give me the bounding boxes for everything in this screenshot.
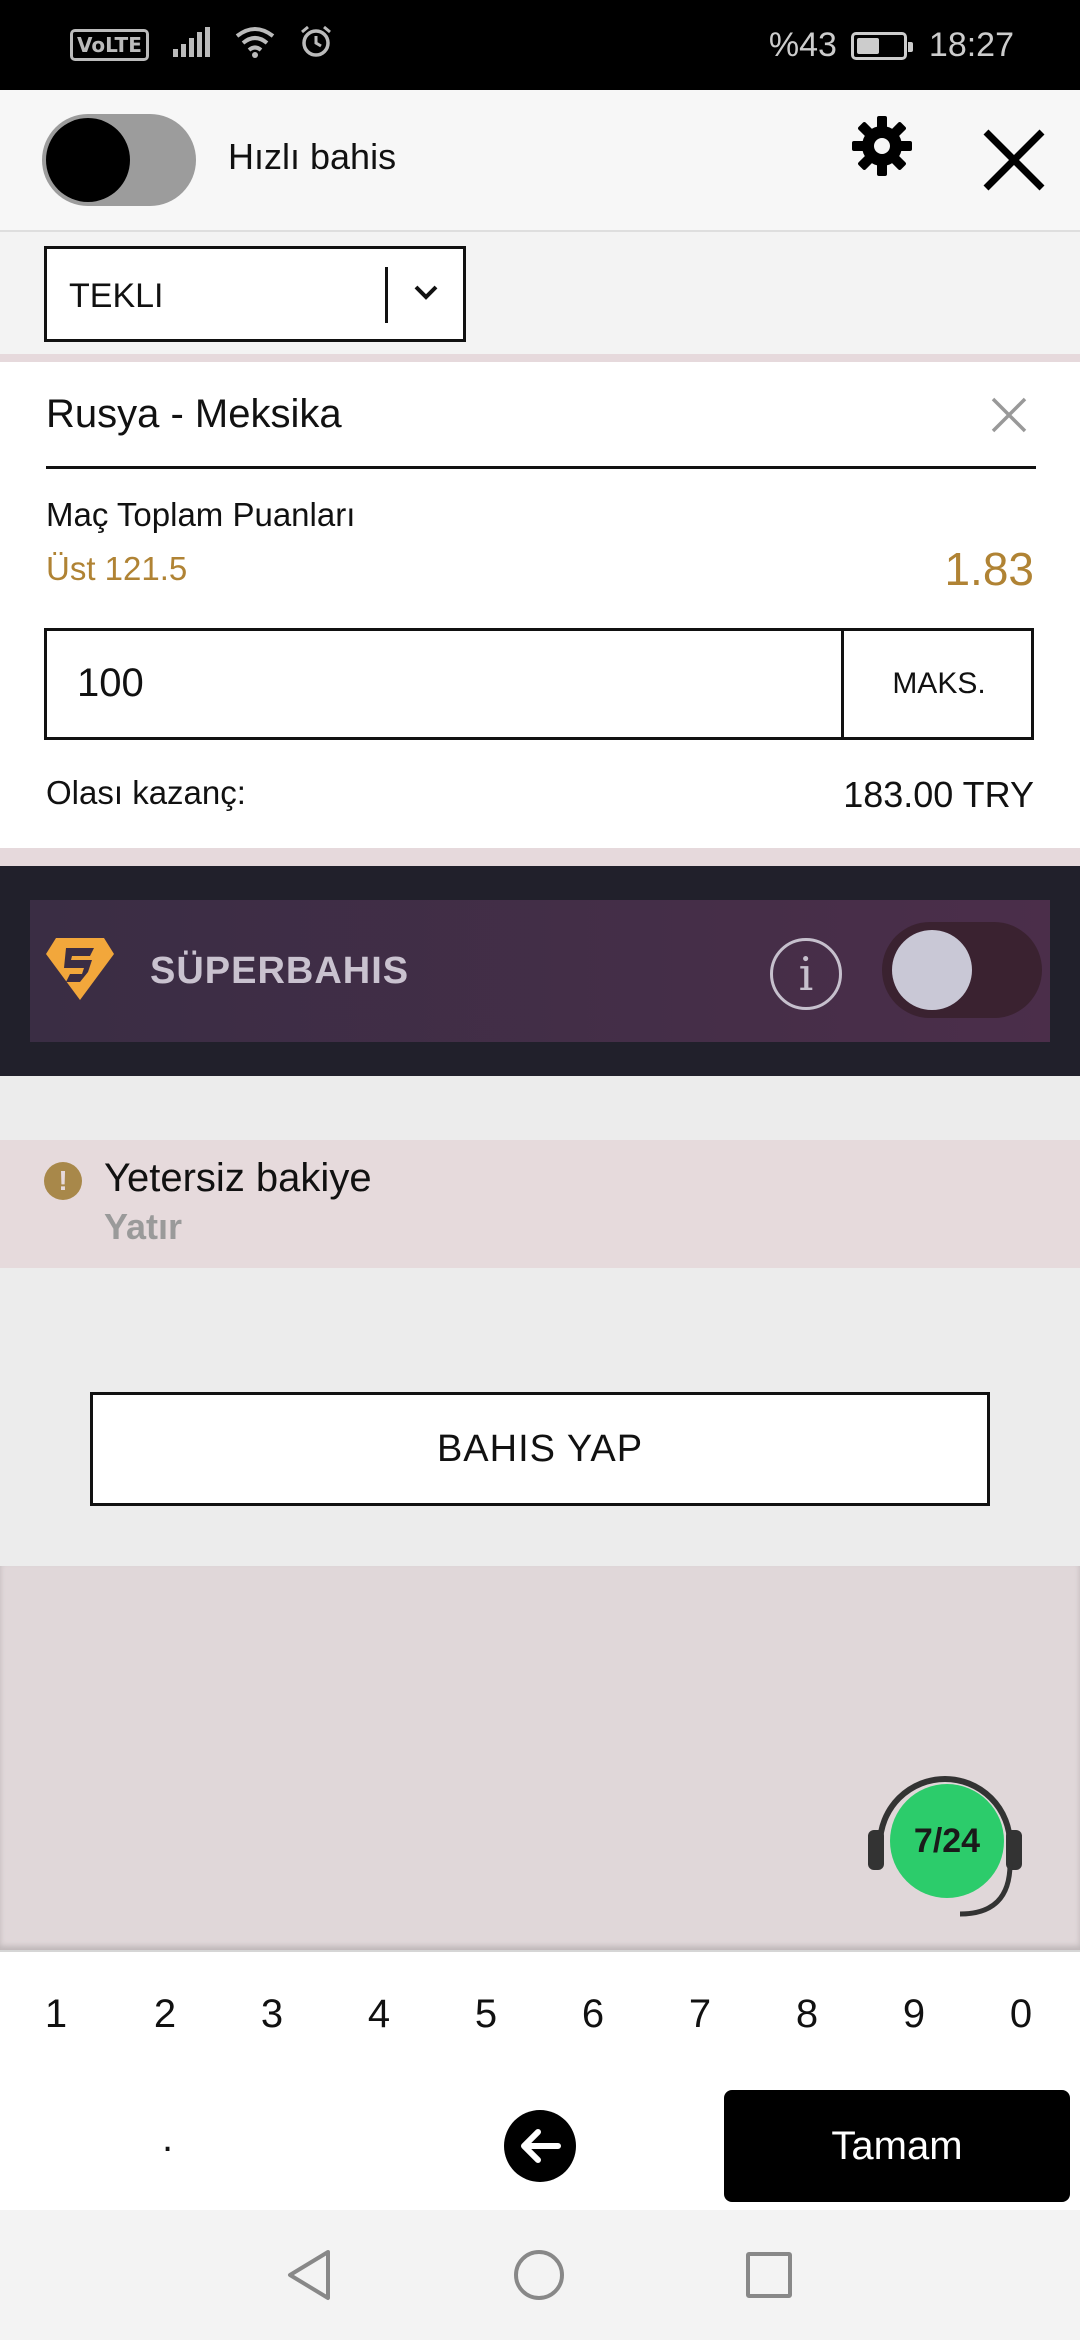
key-1[interactable]: 1	[16, 1992, 96, 2037]
market-name: Maç Toplam Puanları	[46, 496, 356, 533]
battery-percent: %43	[768, 26, 837, 64]
quick-bet-toggle[interactable]	[42, 114, 196, 206]
toggle-knob	[46, 118, 130, 202]
stake-input[interactable]: 100	[77, 661, 144, 706]
close-icon[interactable]	[982, 128, 1046, 197]
alert-title: Yetersiz bakiye	[104, 1156, 372, 1200]
clock: 18:27	[928, 26, 1014, 64]
info-icon[interactable]: i	[770, 938, 842, 1010]
done-button[interactable]: Tamam	[724, 2090, 1070, 2202]
key-8[interactable]: 8	[767, 1992, 847, 2037]
selection-name: Üst 121.5	[46, 550, 188, 587]
divider	[0, 848, 1080, 866]
potential-win-value: 183.00 TRY	[843, 774, 1034, 815]
battery-icon	[850, 31, 913, 60]
bet-type-bar: TEKLI	[0, 232, 1080, 356]
quick-bet-label: Hızlı bahis	[228, 136, 397, 177]
numeric-keypad: 1 2 3 4 5 6 7 8 9 0 . Tamam	[0, 1950, 1080, 2210]
nav-back-icon[interactable]	[284, 2248, 332, 2307]
status-right: %43 18:27	[769, 26, 1014, 65]
key-6[interactable]: 6	[553, 1992, 633, 2037]
place-bet-area: BAHIS YAP	[0, 1268, 1080, 1566]
key-dot[interactable]: .	[162, 2116, 173, 2161]
select-divider	[385, 267, 388, 323]
bet-type-value: TEKLI	[69, 277, 164, 315]
spacer	[0, 1076, 1080, 1140]
status-bar: VoLTE %43 18:27	[0, 0, 1080, 90]
nav-home-icon[interactable]	[514, 2250, 564, 2300]
max-stake-button[interactable]: MAKS.	[844, 631, 1034, 737]
settings-gear-icon[interactable]	[850, 114, 914, 183]
bet-type-select[interactable]: TEKLI	[44, 246, 466, 342]
betslip-header: Hızlı bahis	[0, 90, 1080, 232]
superbahis-band: SÜPERBAHIS i	[0, 866, 1080, 1076]
potential-win-label: Olası kazanç:	[46, 774, 246, 811]
volte-icon: VoLTE	[70, 28, 149, 61]
nav-recents-icon[interactable]	[746, 2252, 792, 2298]
keypad-digits: 1 2 3 4 5 6 7 8 9 0	[0, 1992, 1080, 2052]
stake-box: 100 MAKS.	[44, 628, 1034, 740]
key-7[interactable]: 7	[660, 1992, 740, 2037]
warning-icon: !	[44, 1162, 82, 1200]
key-2[interactable]: 2	[125, 1992, 205, 2037]
insufficient-balance-alert: ! Yetersiz bakiye Yatır	[0, 1140, 1080, 1268]
match-title: Rusya - Meksika	[46, 392, 342, 436]
content-background: 7/24	[0, 1566, 1080, 1950]
key-5[interactable]: 5	[446, 1992, 526, 2037]
signal-icon	[172, 27, 211, 62]
alarm-icon	[299, 25, 333, 64]
superbahis-toggle[interactable]	[882, 922, 1042, 1018]
backspace-arrow-icon[interactable]	[504, 2110, 576, 2182]
place-bet-button[interactable]: BAHIS YAP	[90, 1392, 990, 1506]
bet-card: Rusya - Meksika Maç Toplam Puanları Üst …	[0, 362, 1080, 848]
key-4[interactable]: 4	[339, 1992, 419, 2037]
support-chat-button[interactable]: 7/24	[860, 1764, 1030, 1924]
key-9[interactable]: 9	[874, 1992, 954, 2037]
key-3[interactable]: 3	[232, 1992, 312, 2037]
status-left: VoLTE	[70, 25, 333, 64]
deposit-link[interactable]: Yatır	[104, 1206, 182, 1248]
toggle-knob	[892, 930, 972, 1010]
superbahis-panel: SÜPERBAHIS i	[30, 900, 1050, 1042]
divider	[0, 354, 1080, 362]
wifi-icon	[235, 26, 275, 63]
android-nav-bar	[0, 2210, 1080, 2340]
match-divider	[46, 466, 1036, 469]
odds-value: 1.83	[944, 543, 1034, 595]
superbahis-logo-icon	[44, 936, 116, 1007]
superbahis-label: SÜPERBAHIS	[150, 950, 410, 992]
chevron-down-icon	[411, 277, 441, 312]
support-badge: 7/24	[890, 1784, 1004, 1898]
remove-bet-icon[interactable]	[990, 396, 1028, 439]
key-0[interactable]: 0	[981, 1992, 1061, 2037]
